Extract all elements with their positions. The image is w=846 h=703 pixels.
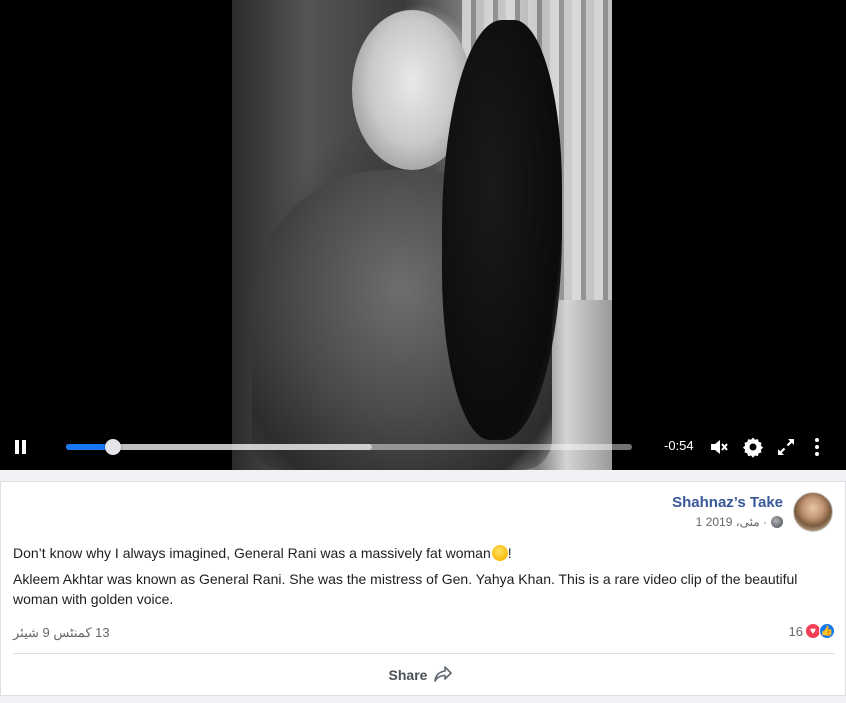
- video-player[interactable]: -0:54: [0, 0, 846, 470]
- globe-icon: [771, 516, 783, 528]
- pause-icon[interactable]: [14, 440, 28, 456]
- reactions-summary[interactable]: 16 ♥ 👍: [789, 623, 835, 639]
- share-button[interactable]: Share: [371, 663, 471, 687]
- post-stats-row: 13 کمنٹس 9 شیئر 16 ♥ 👍: [13, 622, 835, 644]
- share-label: Share: [388, 667, 428, 683]
- post-text-paragraph2: Akleem Akhtar was known as General Rani.…: [13, 571, 798, 607]
- share-arrow-icon: [433, 665, 453, 686]
- time-remaining: -0:54: [664, 438, 694, 453]
- post-header: Shahnaz’s Take 1 مئی، 2019 ·: [672, 494, 783, 529]
- video-subject-hair: [442, 20, 562, 440]
- reaction-count: 16: [788, 623, 803, 639]
- post-body: Don’t know why I always imagined, Genera…: [13, 543, 833, 615]
- video-progress-bar[interactable]: [66, 439, 632, 455]
- video-progress-knob[interactable]: [104, 439, 121, 455]
- author-name-link[interactable]: Shahnaz’s Take: [672, 494, 783, 511]
- avatar[interactable]: [793, 492, 833, 532]
- settings-gear-icon[interactable]: [742, 436, 764, 458]
- fullscreen-icon[interactable]: [775, 436, 797, 458]
- more-options-icon[interactable]: [806, 436, 828, 458]
- post-date[interactable]: 1 مئی، 2019 ·: [696, 515, 767, 529]
- video-frame[interactable]: [232, 0, 612, 470]
- thinking-face-emoji-icon: [491, 545, 508, 561]
- comments-shares-count[interactable]: 13 کمنٹس 9 شیئر: [13, 625, 110, 641]
- post-card: Shahnaz’s Take 1 مئی، 2019 · Don’t know …: [0, 481, 846, 696]
- post-meta: 1 مئی، 2019 ·: [672, 515, 783, 529]
- video-controls: -0:54: [0, 430, 846, 464]
- divider: [13, 653, 835, 654]
- volume-muted-icon[interactable]: [708, 436, 730, 458]
- post-text-line1: Don’t know why I always imagined, Genera…: [13, 545, 512, 561]
- like-reaction-icon: 👍: [819, 623, 835, 639]
